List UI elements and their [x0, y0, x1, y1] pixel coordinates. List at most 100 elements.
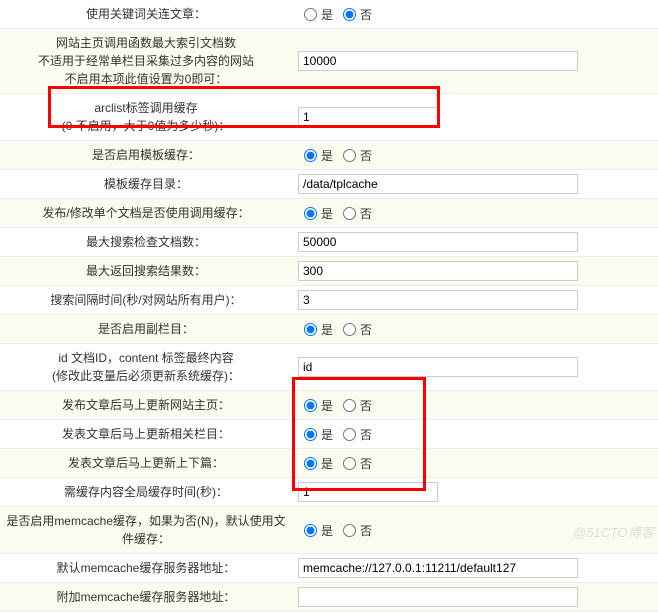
radio-option-no[interactable]: 否 [337, 6, 372, 23]
radio-option-no[interactable]: 否 [337, 426, 372, 443]
radio-input-yes[interactable] [304, 207, 317, 220]
radio-option-no[interactable]: 否 [337, 522, 372, 539]
radio-option-yes[interactable]: 是 [298, 397, 333, 414]
label-line: 是否启用memcache缓存，如果为否(N)，默认使用文件缓存： [6, 512, 286, 548]
label-line: 使用关键词关连文章： [86, 5, 206, 23]
setting-label: id 文档ID，content 标签最终内容(修改此变量后必须更新系统缓存)： [0, 344, 292, 390]
setting-value-cell: 是否 [292, 315, 658, 343]
text-input[interactable] [298, 107, 438, 127]
radio-input-no[interactable] [343, 457, 356, 470]
radio-option-no[interactable]: 否 [337, 455, 372, 472]
radio-label: 否 [360, 205, 372, 222]
label-line: 搜索间隔时间(秒/对网站所有用户)： [50, 291, 241, 309]
setting-row: 附加memcache缓存服务器地址： [0, 583, 658, 612]
radio-input-yes[interactable] [304, 524, 317, 537]
setting-value-cell [292, 554, 658, 582]
text-input[interactable] [298, 558, 578, 578]
setting-value-cell [292, 478, 658, 506]
text-input[interactable] [298, 587, 578, 607]
text-input[interactable] [298, 290, 578, 310]
setting-row: 发布文章后马上更新网站主页：是否 [0, 391, 658, 420]
setting-label: 发表文章后马上更新相关栏目： [0, 420, 292, 448]
setting-value-cell: 是否 [292, 141, 658, 169]
setting-row: 最大返回搜索结果数： [0, 257, 658, 286]
setting-value-cell [292, 29, 658, 93]
radio-option-no[interactable]: 否 [337, 397, 372, 414]
radio-label: 否 [360, 426, 372, 443]
setting-row: 需缓存内容全局缓存时间(秒)： [0, 478, 658, 507]
radio-input-yes[interactable] [304, 8, 317, 21]
label-line: (修改此变量后必须更新系统缓存)： [52, 367, 240, 385]
radio-input-no[interactable] [343, 149, 356, 162]
setting-value-cell: 是否 [292, 507, 658, 553]
setting-value-cell: 是否 [292, 391, 658, 419]
radio-input-no[interactable] [343, 524, 356, 537]
setting-row: 是否启用副栏目：是否 [0, 315, 658, 344]
label-line: 是否启用模板缓存： [92, 146, 200, 164]
radio-label: 否 [360, 147, 372, 164]
text-input[interactable] [298, 357, 578, 377]
text-input[interactable] [298, 482, 438, 502]
text-input[interactable] [298, 261, 578, 281]
radio-label: 否 [360, 321, 372, 338]
setting-label: arclist标签调用缓存(0 不启用，大于0值为多少秒)： [0, 94, 292, 140]
setting-label: 使用关键词关连文章： [0, 0, 292, 28]
radio-option-yes[interactable]: 是 [298, 321, 333, 338]
radio-input-no[interactable] [343, 428, 356, 441]
radio-input-yes[interactable] [304, 428, 317, 441]
text-input[interactable] [298, 51, 578, 71]
text-input[interactable] [298, 232, 578, 252]
setting-row: 发表文章后马上更新上下篇：是否 [0, 449, 658, 478]
setting-row: 使用关键词关连文章： 是 否 [0, 0, 658, 29]
setting-value-cell: 是否 [292, 449, 658, 477]
radio-option-no[interactable]: 否 [337, 147, 372, 164]
setting-row: 是否启用memcache缓存，如果为否(N)，默认使用文件缓存：是否 [0, 507, 658, 554]
setting-label: 附加memcache缓存服务器地址： [0, 583, 292, 611]
setting-label: 发表文章后马上更新上下篇： [0, 449, 292, 477]
radio-option-yes[interactable]: 是 [298, 455, 333, 472]
label-line: id 文档ID，content 标签最终内容 [58, 349, 233, 367]
radio-input-no[interactable] [343, 8, 356, 21]
setting-label: 最大搜索检查文档数： [0, 228, 292, 256]
setting-label: 需缓存内容全局缓存时间(秒)： [0, 478, 292, 506]
radio-option-no[interactable]: 否 [337, 321, 372, 338]
radio-label: 否 [360, 6, 372, 23]
setting-row: 搜索间隔时间(秒/对网站所有用户)： [0, 286, 658, 315]
radio-label: 是 [321, 321, 333, 338]
radio-label: 否 [360, 397, 372, 414]
setting-row: id 文档ID，content 标签最终内容(修改此变量后必须更新系统缓存)： [0, 344, 658, 391]
radio-option-no[interactable]: 否 [337, 205, 372, 222]
setting-value-cell: 是否 [292, 199, 658, 227]
setting-value-cell [292, 228, 658, 256]
label-line: 不适用于经常单栏目采集过多内容的网站 [38, 52, 254, 70]
setting-value-cell [292, 94, 658, 140]
label-line: 是否启用副栏目： [98, 320, 194, 338]
label-line: arclist标签调用缓存 [94, 99, 197, 117]
setting-row: 默认memcache缓存服务器地址： [0, 554, 658, 583]
radio-option-yes[interactable]: 是 [298, 147, 333, 164]
radio-label: 否 [360, 522, 372, 539]
radio-input-no[interactable] [343, 207, 356, 220]
setting-label: 是否启用副栏目： [0, 315, 292, 343]
radio-input-no[interactable] [343, 399, 356, 412]
setting-label: 发布/修改单个文档是否使用调用缓存： [0, 199, 292, 227]
text-input[interactable] [298, 174, 578, 194]
radio-label: 是 [321, 455, 333, 472]
radio-input-yes[interactable] [304, 149, 317, 162]
radio-option-yes[interactable]: 是 [298, 426, 333, 443]
radio-label: 是 [321, 147, 333, 164]
radio-input-yes[interactable] [304, 457, 317, 470]
radio-input-no[interactable] [343, 323, 356, 336]
radio-option-yes[interactable]: 是 [298, 522, 333, 539]
label-line: 附加memcache缓存服务器地址： [57, 588, 236, 606]
radio-option-yes[interactable]: 是 [298, 205, 333, 222]
setting-value-cell [292, 257, 658, 285]
label-line: 需缓存内容全局缓存时间(秒)： [64, 483, 228, 501]
setting-row: 发表文章后马上更新相关栏目： 是 否 [0, 420, 658, 449]
radio-input-yes[interactable] [304, 323, 317, 336]
radio-label: 否 [360, 455, 372, 472]
radio-input-yes[interactable] [304, 399, 317, 412]
radio-option-yes[interactable]: 是 [298, 6, 333, 23]
label-line: 网站主页调用函数最大索引文档数 [56, 34, 236, 52]
setting-label: 是否启用模板缓存： [0, 141, 292, 169]
